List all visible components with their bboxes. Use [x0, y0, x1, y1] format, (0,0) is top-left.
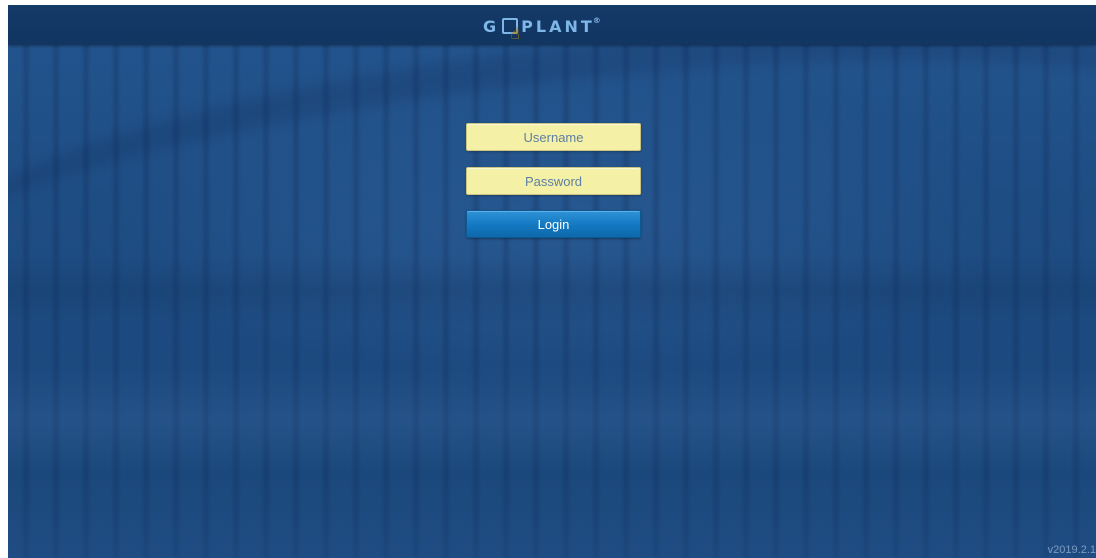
registered-mark: ®	[592, 15, 601, 25]
background-band	[8, 255, 1096, 325]
username-input[interactable]	[466, 123, 641, 151]
background-image	[8, 5, 1096, 558]
logo-square: ☝	[502, 18, 520, 43]
background-band	[8, 365, 1096, 475]
goplant-logo: G ☝ PLANT ®	[483, 15, 601, 44]
logo-wordmark: PLANT	[521, 16, 595, 36]
login-form: Login	[466, 123, 641, 238]
version-label: v2019.2.1	[1047, 544, 1096, 556]
logo-letter: G	[483, 16, 500, 36]
background-glow	[8, 468, 1096, 558]
pointing-hand-icon: ☝	[510, 24, 520, 43]
login-screen: G ☝ PLANT ® Login v2019.2.1	[8, 5, 1096, 558]
login-button[interactable]: Login	[466, 210, 641, 238]
password-input[interactable]	[466, 167, 641, 195]
top-bar: G ☝ PLANT ®	[8, 5, 1096, 45]
